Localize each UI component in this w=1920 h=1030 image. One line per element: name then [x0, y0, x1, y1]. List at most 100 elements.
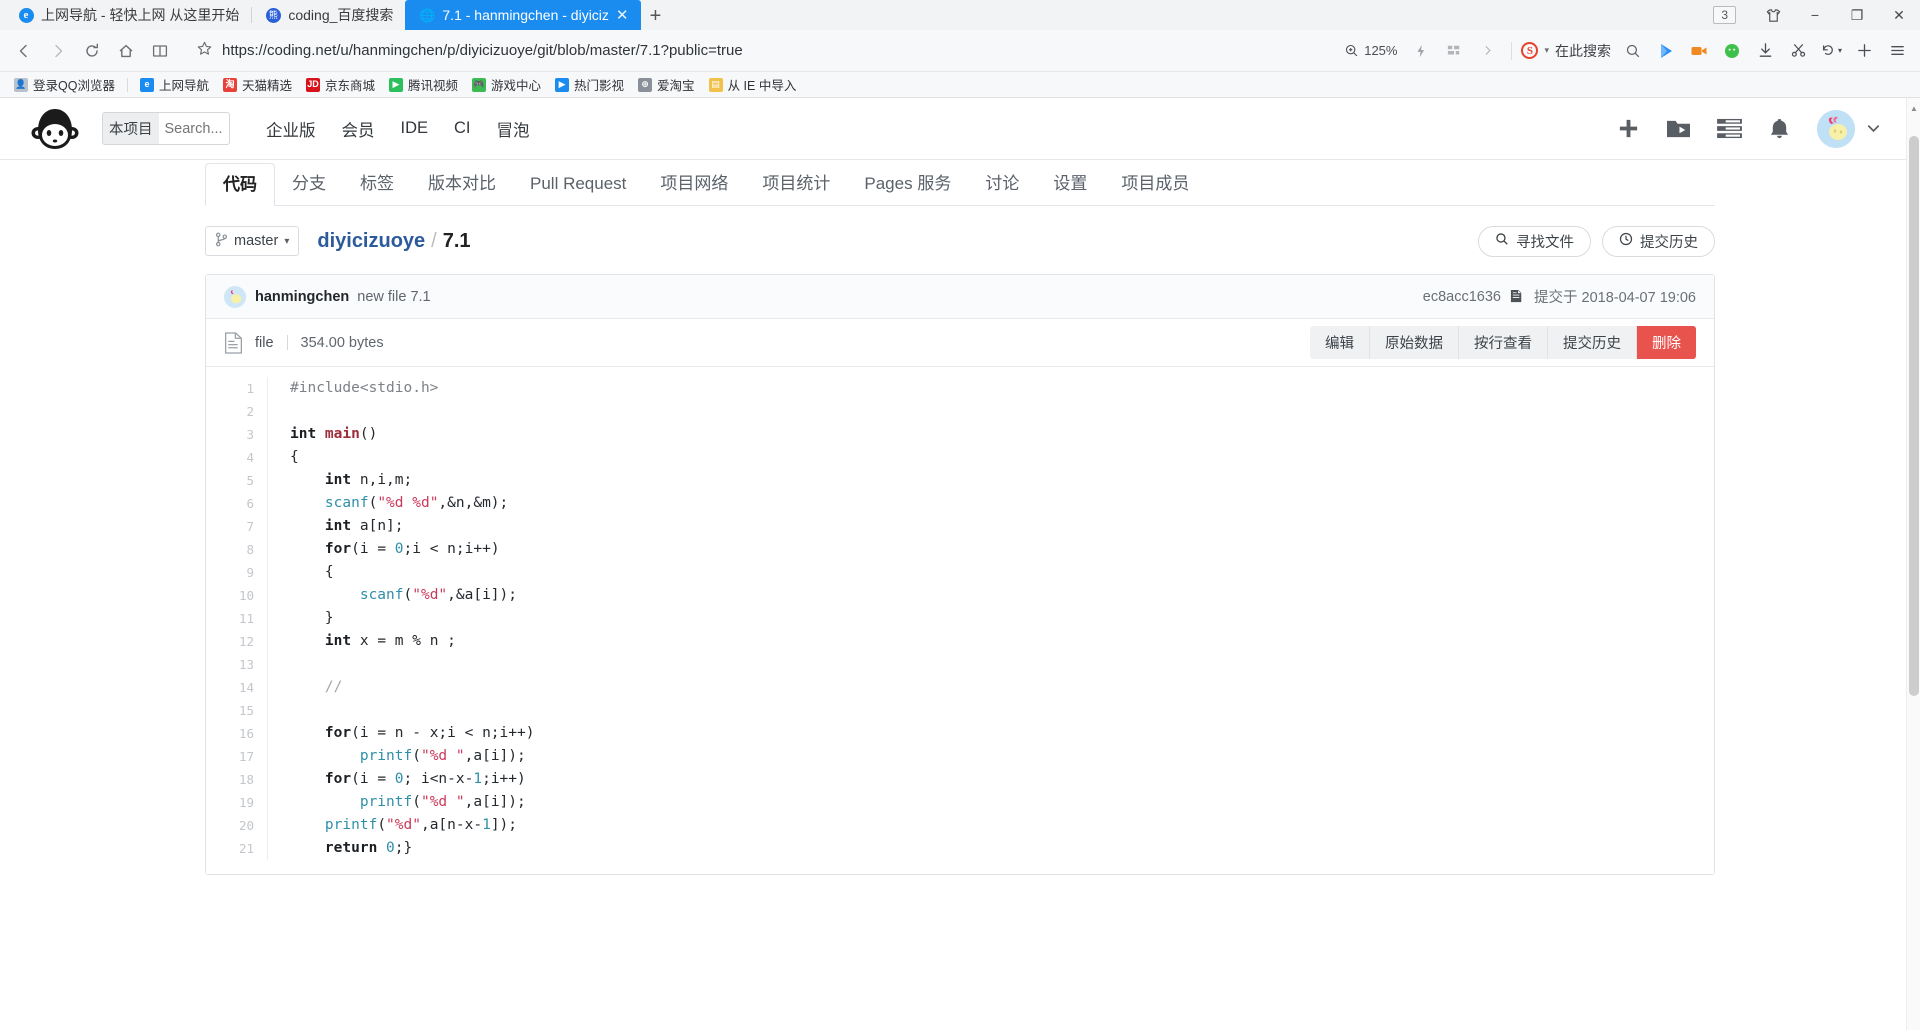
- project-tab[interactable]: 版本对比: [411, 169, 513, 205]
- code-line: #include<stdio.h>: [290, 377, 1714, 400]
- project-search-box[interactable]: 本项目: [102, 112, 230, 145]
- project-tab[interactable]: 项目成员: [1104, 169, 1206, 205]
- page-scrollbar[interactable]: ▲ ▼: [1906, 98, 1920, 1030]
- code-token: (: [412, 794, 421, 810]
- download-icon[interactable]: [1750, 36, 1780, 66]
- bookmark-ie[interactable]: e 上网导航: [134, 73, 215, 96]
- project-tab[interactable]: Pull Request: [513, 174, 643, 205]
- home-icon[interactable]: [110, 35, 142, 67]
- breadcrumb: diyicizuoye /7.1: [317, 230, 470, 253]
- search-engine-selector[interactable]: S ▾ 在此搜索: [1521, 41, 1615, 61]
- line-number: 5: [246, 473, 254, 488]
- project-tab[interactable]: 分支: [275, 169, 343, 205]
- forward-icon[interactable]: [42, 35, 74, 67]
- url-text: https://coding.net/u/hanmingchen/p/diyic…: [222, 42, 743, 59]
- commit-author-name[interactable]: hanmingchen: [255, 289, 349, 305]
- back-icon[interactable]: [8, 35, 40, 67]
- plus-icon[interactable]: [1849, 36, 1879, 66]
- lightning-icon[interactable]: [1406, 36, 1436, 66]
- bookmark-globe[interactable]: ⊕ 爱淘宝: [632, 73, 701, 96]
- tab-close-icon[interactable]: ✕: [616, 8, 629, 23]
- code-token: printf: [359, 794, 413, 810]
- maximize-button[interactable]: ❐: [1836, 0, 1878, 30]
- project-tab[interactable]: 讨论: [968, 169, 1036, 205]
- grid-apps-icon[interactable]: [1439, 36, 1469, 66]
- scroll-up-icon[interactable]: ▲: [1907, 100, 1920, 116]
- menu-icon[interactable]: [1882, 36, 1912, 66]
- video-record-icon[interactable]: [1684, 36, 1714, 66]
- browser-tab-1[interactable]: e 上网导航 - 轻快上网 从这里开始: [4, 0, 252, 30]
- plus-icon[interactable]: [1617, 117, 1640, 140]
- project-tab[interactable]: 设置: [1036, 169, 1104, 205]
- bookmark-movie[interactable]: ▶ 热门影视: [549, 73, 630, 96]
- reload-icon[interactable]: [76, 35, 108, 67]
- browser-tab-3-active[interactable]: 🌐 7.1 - hanmingchen - diyiciz ✕: [405, 0, 641, 30]
- star-icon[interactable]: [196, 40, 213, 62]
- file-action-button[interactable]: 提交历史: [1548, 326, 1637, 359]
- commit-sha[interactable]: ec8acc1636: [1423, 289, 1501, 305]
- code-content[interactable]: #include<stdio.h> int main() { int n,i,m;…: [268, 377, 1714, 860]
- site-header-actions: [1617, 109, 1882, 148]
- project-folder-icon[interactable]: [1666, 117, 1691, 140]
- site-nav-item[interactable]: 企业版: [266, 117, 316, 141]
- code-token: ,a[n-x-: [420, 817, 483, 833]
- zoom-level-control[interactable]: 125%: [1338, 43, 1403, 58]
- new-tab-button[interactable]: +: [641, 2, 671, 30]
- search-icon[interactable]: [1618, 36, 1648, 66]
- coding-monkey-logo[interactable]: [26, 106, 84, 152]
- browser-tab-2[interactable]: 熊 coding_百度搜索: [251, 0, 406, 30]
- delete-button[interactable]: 删除: [1637, 326, 1696, 359]
- bookmark-gamepad[interactable]: 🎮 游戏中心: [466, 73, 547, 96]
- list-icon[interactable]: [1717, 118, 1742, 139]
- site-nav-item[interactable]: IDE: [401, 119, 429, 138]
- file-action-button[interactable]: 编辑: [1310, 326, 1370, 359]
- search-input[interactable]: [158, 113, 229, 144]
- code-token: ,a[i]);: [464, 748, 526, 764]
- undo-icon[interactable]: ▾: [1816, 36, 1846, 66]
- project-tab-active[interactable]: 代码: [205, 163, 275, 206]
- scissors-icon[interactable]: [1783, 36, 1813, 66]
- bookmark-qq-video[interactable]: ▶ 腾讯视频: [383, 73, 464, 96]
- project-tab[interactable]: 项目网络: [643, 169, 745, 205]
- code-token: (: [377, 817, 387, 833]
- line-number: 2: [246, 404, 254, 419]
- bookmark-label: 京东商城: [324, 79, 375, 93]
- file-action-button[interactable]: 按行查看: [1459, 326, 1548, 359]
- copy-icon[interactable]: [1510, 289, 1525, 305]
- tshirt-icon[interactable]: [1752, 0, 1794, 30]
- close-button[interactable]: ✕: [1878, 0, 1920, 30]
- site-nav-item[interactable]: 冒泡: [497, 117, 530, 141]
- breadcrumb-repo-link[interactable]: diyicizuoye: [317, 230, 425, 252]
- code-token: main: [324, 426, 360, 442]
- scrollbar-thumb[interactable]: [1909, 136, 1919, 696]
- commit-message: new file 7.1: [357, 288, 431, 305]
- commit-history-button[interactable]: 提交历史: [1602, 225, 1715, 257]
- site-nav-item[interactable]: CI: [454, 119, 471, 138]
- browser-tab-strip: e 上网导航 - 轻快上网 从这里开始 熊 coding_百度搜索 🌐 7.1 …: [0, 0, 1920, 30]
- bookmark-user[interactable]: 👤 登录QQ浏览器: [8, 73, 121, 96]
- bell-icon[interactable]: [1768, 117, 1791, 141]
- bookmark-jd[interactable]: JD 京东商城: [300, 73, 381, 96]
- site-nav-item[interactable]: 会员: [342, 117, 375, 141]
- avatar[interactable]: [1817, 109, 1855, 148]
- branch-selector[interactable]: master ▾: [205, 226, 300, 256]
- wechat-icon[interactable]: [1717, 36, 1747, 66]
- bookmark-folder[interactable]: ▤ 从 IE 中导入: [703, 73, 803, 96]
- code-line: printf("%d",a[n-x-1]);: [290, 814, 1714, 837]
- project-tab[interactable]: 标签: [343, 169, 411, 205]
- chevron-down-icon[interactable]: [1865, 120, 1882, 137]
- minimize-button[interactable]: −: [1794, 0, 1836, 30]
- code-token: (i = n - x;i < n;i++): [351, 725, 535, 741]
- file-action-button[interactable]: 原始数据: [1370, 326, 1459, 359]
- bookmark-tmall[interactable]: 淘天猫精选: [217, 73, 298, 96]
- project-tab[interactable]: Pages 服务: [847, 169, 968, 205]
- chevron-right-icon[interactable]: [1472, 36, 1502, 66]
- user-menu[interactable]: [1817, 109, 1882, 148]
- search-scope-label[interactable]: 本项目: [103, 113, 159, 144]
- find-file-button[interactable]: 寻找文件: [1478, 225, 1591, 257]
- video-play-icon[interactable]: [1651, 36, 1681, 66]
- reader-icon[interactable]: [144, 35, 176, 67]
- url-field[interactable]: https://coding.net/u/hanmingchen/p/diyic…: [186, 34, 1329, 67]
- project-tab[interactable]: 项目统计: [745, 169, 847, 205]
